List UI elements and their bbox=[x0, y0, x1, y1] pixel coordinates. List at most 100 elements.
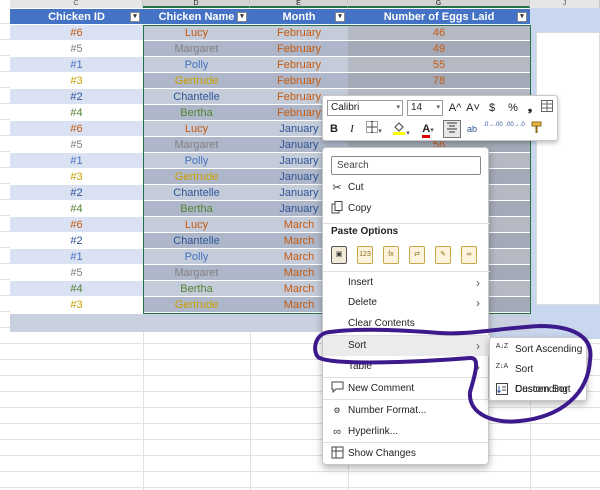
cell-chicken-name[interactable]: Lucy bbox=[143, 25, 250, 41]
header-month[interactable]: Month ▾ bbox=[250, 9, 348, 25]
column-header-g[interactable]: G bbox=[348, 0, 530, 8]
menu-item-sort[interactable]: Sort › bbox=[323, 336, 490, 356]
menu-item-table[interactable]: Table › bbox=[323, 357, 490, 377]
menu-item-delete[interactable]: Delete › bbox=[323, 293, 490, 313]
cell-month[interactable]: February bbox=[250, 41, 348, 57]
cell-chicken-id[interactable]: #4 bbox=[10, 201, 143, 217]
menu-item-clear-contents[interactable]: Clear Contents bbox=[323, 314, 490, 334]
cell-chicken-id[interactable]: #5 bbox=[10, 137, 143, 153]
cell-chicken-id[interactable]: #6 bbox=[10, 121, 143, 137]
cell-month[interactable]: February bbox=[250, 57, 348, 73]
cell-chicken-name[interactable]: Margaret bbox=[143, 265, 250, 281]
cell-chicken-id[interactable]: #2 bbox=[10, 89, 143, 105]
paste-link-icon[interactable]: ∞ bbox=[461, 246, 477, 264]
cell-chicken-id[interactable]: #1 bbox=[10, 153, 143, 169]
align-center-button[interactable] bbox=[443, 120, 461, 138]
cell-chicken-id[interactable]: #3 bbox=[10, 297, 143, 313]
increase-font-icon[interactable]: A^ bbox=[447, 100, 463, 116]
cell-month[interactable]: February bbox=[250, 25, 348, 41]
cell-chicken-name[interactable]: Bertha bbox=[143, 105, 250, 121]
italic-button[interactable]: I bbox=[345, 121, 359, 137]
increase-decimal-icon[interactable]: .0→.00 bbox=[483, 121, 503, 137]
cell-chicken-name[interactable]: Gertrude bbox=[143, 297, 250, 313]
cell-chicken-id[interactable]: #2 bbox=[10, 233, 143, 249]
menu-item-hyperlink[interactable]: ∞ Hyperlink... bbox=[323, 422, 490, 442]
fill-color-button[interactable]: ▾ bbox=[389, 121, 413, 137]
decrease-decimal-icon[interactable]: .00→.0 bbox=[505, 121, 525, 137]
cell-eggs-laid[interactable]: 55 bbox=[348, 57, 530, 73]
menu-item-new-comment[interactable]: New Comment bbox=[323, 379, 490, 399]
cell-chicken-id[interactable]: #2 bbox=[10, 185, 143, 201]
borders-button[interactable]: ▾ bbox=[363, 121, 385, 137]
menu-search-input[interactable]: Search bbox=[331, 156, 481, 175]
percent-format-icon[interactable]: % bbox=[505, 100, 521, 116]
cell-eggs-laid[interactable]: 49 bbox=[348, 41, 530, 57]
cell-chicken-name[interactable]: Polly bbox=[143, 153, 250, 169]
menu-item-insert[interactable]: Insert › bbox=[323, 273, 490, 293]
column-header-c[interactable]: C bbox=[10, 0, 143, 8]
filter-dropdown-icon[interactable]: ▾ bbox=[237, 12, 247, 22]
font-name-box[interactable]: Calibri ▾ bbox=[327, 100, 403, 116]
table-row[interactable]: #5 Margaret February 49 bbox=[10, 41, 530, 57]
cell-chicken-name[interactable]: Gertrude bbox=[143, 169, 250, 185]
table-row[interactable]: #1 Polly February 55 bbox=[10, 57, 530, 73]
cell-chicken-name[interactable]: Bertha bbox=[143, 201, 250, 217]
cell-eggs-laid[interactable]: 78 bbox=[348, 73, 530, 89]
paste-values-icon[interactable]: 123 bbox=[357, 246, 373, 264]
cell-chicken-id[interactable]: #3 bbox=[10, 169, 143, 185]
paste-icon[interactable]: ▣ bbox=[331, 246, 347, 264]
cell-chicken-name[interactable]: Polly bbox=[143, 57, 250, 73]
column-header-j[interactable]: J bbox=[530, 0, 600, 8]
paste-formatting-icon[interactable]: ✎ bbox=[435, 246, 451, 264]
cell-chicken-name[interactable]: Margaret bbox=[143, 137, 250, 153]
cell-chicken-id[interactable]: #6 bbox=[10, 217, 143, 233]
menu-item-custom-sort[interactable]: Custom Sort bbox=[490, 380, 588, 400]
filter-dropdown-icon[interactable]: ▾ bbox=[130, 12, 140, 22]
cell-chicken-id[interactable]: #4 bbox=[10, 105, 143, 121]
cell-month[interactable]: February bbox=[250, 73, 348, 89]
table-format-icon[interactable] bbox=[540, 100, 554, 116]
menu-item-show-changes[interactable]: Show Changes bbox=[323, 444, 490, 464]
comma-style-icon[interactable]: ❟ bbox=[523, 100, 537, 116]
currency-format-icon[interactable]: $ bbox=[483, 100, 501, 116]
cell-chicken-id[interactable]: #5 bbox=[10, 265, 143, 281]
merge-center-icon[interactable]: ab bbox=[463, 121, 481, 137]
column-header-d[interactable]: D bbox=[143, 0, 250, 8]
cell-chicken-name[interactable]: Polly bbox=[143, 249, 250, 265]
paste-formulas-icon[interactable]: fx bbox=[383, 246, 399, 264]
filter-dropdown-icon[interactable]: ▾ bbox=[517, 12, 527, 22]
cell-chicken-id[interactable]: #1 bbox=[10, 57, 143, 73]
cell-chicken-name[interactable]: Margaret bbox=[143, 41, 250, 57]
table-row[interactable]: #6 Lucy February 46 bbox=[10, 25, 530, 41]
menu-item-number-format[interactable]: ⚙ Number Format... bbox=[323, 401, 490, 421]
filter-dropdown-icon[interactable]: ▾ bbox=[335, 12, 345, 22]
cell-chicken-id[interactable]: #6 bbox=[10, 25, 143, 41]
cell-eggs-laid[interactable]: 46 bbox=[348, 25, 530, 41]
cell-chicken-name[interactable]: Chantelle bbox=[143, 89, 250, 105]
menu-item-sort-ascending[interactable]: A↓Z Sort Ascending bbox=[490, 340, 588, 360]
format-painter-button[interactable] bbox=[528, 121, 544, 137]
menu-item-copy[interactable]: Copy bbox=[323, 199, 490, 219]
cell-chicken-id[interactable]: #5 bbox=[10, 41, 143, 57]
cell-chicken-id[interactable]: #3 bbox=[10, 73, 143, 89]
cell-chicken-name[interactable]: Gertrude bbox=[143, 73, 250, 89]
column-header-e[interactable]: E bbox=[250, 0, 348, 8]
header-eggs-laid[interactable]: Number of Eggs Laid ▾ bbox=[348, 9, 530, 25]
font-size-box[interactable]: 14 ▾ bbox=[407, 100, 443, 116]
menu-item-sort-descending[interactable]: Z↓A Sort Descending bbox=[490, 360, 588, 395]
cell-chicken-name[interactable]: Lucy bbox=[143, 217, 250, 233]
cell-chicken-name[interactable]: Chantelle bbox=[143, 233, 250, 249]
cell-chicken-id[interactable]: #4 bbox=[10, 281, 143, 297]
menu-item-cut[interactable]: ✂ Cut bbox=[323, 178, 490, 198]
cell-chicken-name[interactable]: Chantelle bbox=[143, 185, 250, 201]
cell-chicken-name[interactable]: Bertha bbox=[143, 281, 250, 297]
cell-chicken-id[interactable]: #1 bbox=[10, 249, 143, 265]
header-chicken-name[interactable]: Chicken Name ▾ bbox=[143, 9, 250, 25]
font-color-button[interactable]: A▾ bbox=[417, 121, 439, 138]
header-chicken-id[interactable]: Chicken ID ▾ bbox=[10, 9, 143, 25]
cell-chicken-name[interactable]: Lucy bbox=[143, 121, 250, 137]
paste-transpose-icon[interactable]: ⇄ bbox=[409, 246, 425, 264]
table-row[interactable]: #3 Gertrude February 78 bbox=[10, 73, 530, 89]
bold-button[interactable]: B bbox=[327, 121, 341, 137]
decrease-font-icon[interactable]: A˅ bbox=[465, 100, 481, 116]
